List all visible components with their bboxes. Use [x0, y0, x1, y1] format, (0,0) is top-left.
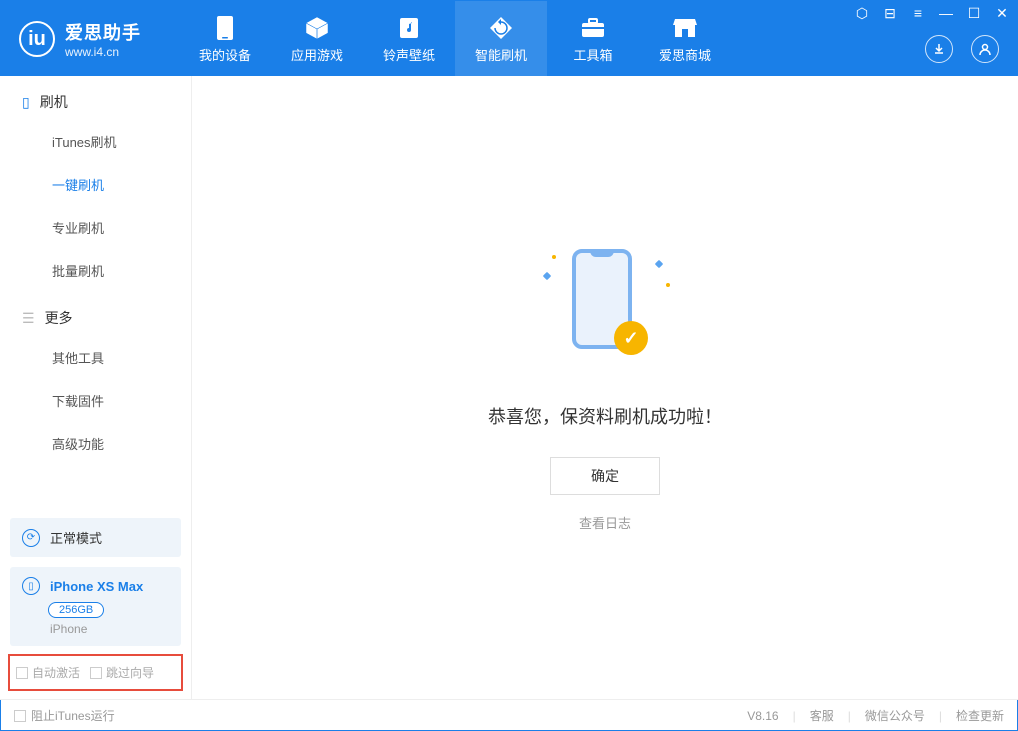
footer: 阻止iTunes运行 V8.16 | 客服 | 微信公众号 | 检查更新: [0, 699, 1018, 731]
tab-label: 应用游戏: [291, 45, 343, 64]
tab-label: 智能刷机: [475, 45, 527, 64]
checkbox-label: 阻止iTunes运行: [31, 707, 115, 724]
cube-icon: [304, 15, 330, 41]
download-button[interactable]: [925, 35, 953, 63]
tab-flash[interactable]: 智能刷机: [455, 1, 547, 77]
sidebar-item-itunes-flash[interactable]: iTunes刷机: [0, 120, 191, 163]
logo-title: 爱思助手: [65, 19, 141, 45]
mode-card[interactable]: ⟳ 正常模式: [10, 518, 181, 557]
close-button[interactable]: ✕: [993, 5, 1011, 22]
device-card[interactable]: ▯ iPhone XS Max 256GB iPhone: [10, 567, 181, 646]
sidebar-item-oneclick-flash[interactable]: 一键刷机: [0, 163, 191, 206]
store-icon: [672, 15, 698, 41]
success-message: 恭喜您，保资料刷机成功啦！: [488, 403, 722, 429]
device-storage: 256GB: [48, 602, 104, 618]
menu-icon[interactable]: ≡: [909, 5, 927, 22]
device-type: iPhone: [50, 622, 169, 636]
section-title: 刷机: [40, 92, 68, 112]
lock-icon[interactable]: ⊟: [881, 5, 899, 22]
logo-url: www.i4.cn: [65, 45, 141, 59]
device-icon: [212, 15, 238, 41]
checkbox-auto-activate[interactable]: 自动激活: [16, 664, 80, 681]
ok-button[interactable]: 确定: [550, 457, 660, 495]
tab-ringtones[interactable]: 铃声壁纸: [363, 1, 455, 77]
checkbox-icon: [90, 667, 102, 679]
view-log-link[interactable]: 查看日志: [579, 513, 631, 532]
device-name: iPhone XS Max: [50, 579, 143, 594]
checkbox-skip-guide[interactable]: 跳过向导: [90, 664, 154, 681]
version-label: V8.16: [747, 709, 778, 723]
logo-icon: iu: [19, 21, 55, 57]
list-icon: ☰: [22, 310, 35, 327]
checkbox-block-itunes[interactable]: 阻止iTunes运行: [14, 707, 115, 724]
mode-icon: ⟳: [22, 529, 40, 547]
check-icon: ✓: [614, 321, 648, 355]
sidebar-item-pro-flash[interactable]: 专业刷机: [0, 206, 191, 249]
divider: |: [793, 709, 796, 723]
toolbox-icon: [580, 15, 606, 41]
tab-label: 工具箱: [573, 45, 612, 64]
footer-link-wechat[interactable]: 微信公众号: [865, 707, 925, 724]
footer-link-support[interactable]: 客服: [810, 707, 834, 724]
tab-label: 铃声壁纸: [383, 45, 435, 64]
phone-icon: ▯: [22, 94, 30, 111]
refresh-icon: [488, 15, 514, 41]
shirt-icon[interactable]: ⬡: [853, 5, 871, 22]
minimize-button[interactable]: —: [937, 5, 955, 22]
tab-store[interactable]: 爱思商城: [639, 1, 731, 77]
user-button[interactable]: [971, 35, 999, 63]
divider: |: [848, 709, 851, 723]
main-content: ✓ 恭喜您，保资料刷机成功啦！ 确定 查看日志: [192, 76, 1018, 699]
window-controls: ⬡ ⊟ ≡ — ☐ ✕: [853, 5, 1011, 22]
checkbox-icon: [14, 710, 26, 722]
highlighted-options: 自动激活 跳过向导: [8, 654, 183, 691]
mode-label: 正常模式: [50, 528, 102, 547]
sidebar-section-more: ☰ 更多: [0, 292, 191, 336]
checkbox-label: 自动激活: [32, 664, 80, 681]
checkbox-icon: [16, 667, 28, 679]
nav-tabs: 我的设备 应用游戏 铃声壁纸 智能刷机 工具箱 爱思商城: [179, 1, 731, 77]
sidebar-item-batch-flash[interactable]: 批量刷机: [0, 249, 191, 292]
header: iu 爱思助手 www.i4.cn 我的设备 应用游戏 铃声壁纸 智能刷机 工具…: [1, 1, 1017, 77]
sidebar-item-other-tools[interactable]: 其他工具: [0, 336, 191, 379]
sidebar: ▯ 刷机 iTunes刷机 一键刷机 专业刷机 批量刷机 ☰ 更多 其他工具 下…: [0, 76, 192, 699]
tab-label: 爱思商城: [659, 45, 711, 64]
tab-label: 我的设备: [199, 45, 251, 64]
checkbox-label: 跳过向导: [106, 664, 154, 681]
logo[interactable]: iu 爱思助手 www.i4.cn: [1, 19, 159, 59]
tab-apps[interactable]: 应用游戏: [271, 1, 363, 77]
divider: |: [939, 709, 942, 723]
device-icon: ▯: [22, 577, 40, 595]
success-illustration: ✓: [540, 243, 670, 373]
music-icon: [396, 15, 422, 41]
sidebar-item-advanced[interactable]: 高级功能: [0, 422, 191, 465]
tab-toolbox[interactable]: 工具箱: [547, 1, 639, 77]
footer-link-update[interactable]: 检查更新: [956, 707, 1004, 724]
sidebar-item-download-firmware[interactable]: 下载固件: [0, 379, 191, 422]
section-title: 更多: [45, 308, 73, 328]
header-actions: [925, 35, 999, 63]
sidebar-section-flash: ▯ 刷机: [0, 76, 191, 120]
maximize-button[interactable]: ☐: [965, 5, 983, 22]
tab-my-device[interactable]: 我的设备: [179, 1, 271, 77]
